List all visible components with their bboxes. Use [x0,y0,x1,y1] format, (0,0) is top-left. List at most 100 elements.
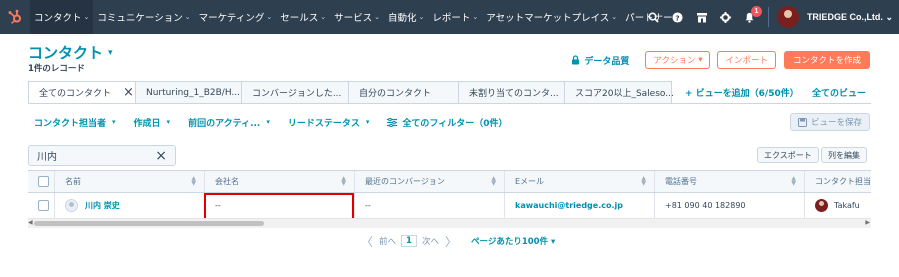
save-view-label: ビューを保存 [810,118,862,128]
all-views-label: 全てのビュー [812,89,867,99]
add-view-button[interactable]: + ビューを追加（6/50件） [685,81,799,104]
actions-label: アクション [653,56,696,66]
import-button[interactable]: インポート [717,51,776,69]
scroll-right-icon[interactable]: ▶ [865,219,870,226]
record-count: 1件のレコード [28,64,85,74]
settings-icon[interactable] [714,0,738,34]
sort-icon[interactable]: ▲ ▼ [491,175,496,187]
nav-item-marketing[interactable]: マーケティング ⌄ [195,0,277,34]
recent-conversion-value: -- [365,201,371,210]
column-header-email[interactable]: Eメール ▲ ▼ [505,171,655,192]
help-icon[interactable]: ? [666,0,690,34]
filter-label: コンタクト担当者 [34,118,107,129]
chevron-down-icon: ▾ [166,118,171,126]
notifications-icon[interactable]: 1 [738,0,762,34]
chevron-down-icon: ⌄ [472,13,479,21]
chevron-left-icon[interactable]: 〈 [361,233,373,250]
all-filters-button[interactable]: 全てのフィルター（0件） [387,116,507,129]
account-menu[interactable]: TRIEDGE Co.,Ltd. ⌄ [807,12,893,23]
column-header-contact-owner[interactable]: コンタクト担当 [805,171,871,192]
nav-item-asset-marketplace[interactable]: アセットマーケットプレイス ⌄ [482,0,621,34]
cell-email: kawauchi@triedge.co.jp [505,193,655,218]
column-header-company[interactable]: 会社名 ▲ ▼ [205,171,355,192]
scroll-left-icon[interactable]: ◀ [28,219,33,226]
marketplace-icon[interactable] [690,0,714,34]
search-icon[interactable] [642,0,666,34]
horizontal-scrollbar[interactable]: ◀ ▶ [28,218,871,228]
page-title[interactable]: コンタクト ▾ [28,42,113,63]
tab-converted[interactable]: コンバージョンした... [242,81,349,104]
current-page[interactable]: 1 [401,235,417,247]
column-header-phone[interactable]: 電話番号 ▲ ▼ [655,171,805,192]
filter-label: リードステータス [287,118,360,129]
actions-button[interactable]: アクション ▾ [645,51,711,69]
clear-search-icon[interactable]: × [155,149,167,163]
scrollbar-thumb[interactable] [34,221,264,226]
page-title-text: コンタクト [28,44,104,62]
account-name: TRIEDGE Co.,Ltd. [806,11,883,22]
contact-name-link[interactable]: 川内 崇史 [85,200,120,211]
nav-item-sales[interactable]: セールス ⌄ [276,0,330,34]
notification-count-badge: 1 [750,6,762,17]
sort-icon[interactable]: ▲ ▼ [341,175,346,187]
search-field[interactable]: × [28,145,176,166]
prev-page-link[interactable]: 前へ [379,235,396,247]
create-contact-button[interactable]: コンタクトを作成 [783,51,870,69]
tab-score-20[interactable]: スコア20以上_Saleso... [565,81,674,104]
filter-contact-owner[interactable]: コンタクト担当者 ▾ [34,116,116,129]
cell-company: -- [205,193,355,218]
nav-item-automation[interactable]: 自動化 ⌄ [384,0,428,34]
filter-lead-status[interactable]: リードステータス ▾ [288,116,370,129]
view-tabs: 全てのコンタクト × Nurturing_1_B2B/H... コンバージョンし… [28,81,674,104]
edit-columns-label: 列を編集 [828,150,860,160]
lock-icon [572,55,580,65]
tab-unassigned[interactable]: 未割り当てのコンタ... [459,81,565,104]
phone-value: +81 090 40 182890 [665,201,746,210]
table-row[interactable]: 川内 崇史 -- -- kawauchi@triedge.co.jp +81 0… [28,193,871,219]
owner-name: Takafu [834,201,860,210]
tab-label: 全てのコンタクト [39,89,112,99]
filter-label: 作成日 [133,118,161,129]
tab-all-contacts[interactable]: 全てのコンタクト × [28,81,136,104]
nav-item-contacts[interactable]: コンタクト ⌄ [30,0,94,34]
save-view-button[interactable]: ビューを保存 [789,113,870,131]
chevron-right-icon[interactable]: 〉 [445,233,457,250]
nav-item-conversations[interactable]: コミュニケーション ⌄ [93,0,194,34]
chevron-down-icon: ⌄ [266,13,273,21]
row-checkbox[interactable] [38,200,49,211]
user-avatar[interactable] [776,6,799,28]
sort-icon[interactable]: ▲ ▼ [191,175,196,187]
column-header-name[interactable]: 名前 ▲ ▼ [55,171,205,192]
column-header-recent-conversion[interactable]: 最近のコンバージョン ▲ ▼ [355,171,505,192]
company-value: -- [215,201,221,210]
sort-icon[interactable]: ▲ ▼ [641,175,646,187]
search-input[interactable] [37,150,147,161]
close-icon[interactable]: × [123,86,134,99]
column-label: 名前 [65,177,81,186]
select-all-checkbox[interactable] [38,176,49,187]
data-quality-link[interactable]: データ品質 [571,54,629,67]
nav-item-reports[interactable]: レポート ⌄ [428,0,482,34]
tab-nurturing[interactable]: Nurturing_1_B2B/H... [136,81,242,104]
all-views-link[interactable]: 全てのビュー [812,81,866,104]
sort-icon[interactable]: ▲ ▼ [791,175,796,187]
nav-item-label: 自動化 [387,13,417,24]
nav-item-label: コンタクト [34,13,82,24]
per-page-selector[interactable]: ページあたり100件 ▾ [471,235,555,247]
chevron-down-icon: ▾ [112,118,116,126]
chevron-down-icon: ⌄ [83,13,90,21]
email-link[interactable]: kawauchi@triedge.co.jp [515,201,623,210]
filter-sliders-icon [387,117,398,127]
export-button[interactable]: エクスポート [757,147,819,163]
filter-create-date[interactable]: 作成日 ▾ [134,116,171,129]
tab-my-contacts[interactable]: 自分のコンタクト [349,81,459,104]
nav-item-service[interactable]: サービス ⌄ [330,0,384,34]
hubspot-logo-icon[interactable] [0,0,30,34]
filter-bar: コンタクト担当者 ▾ 作成日 ▾ 前回のアクティ... ▾ リードステータス ▾ 全ての… [34,113,525,131]
contact-avatar [65,199,78,212]
filter-last-activity[interactable]: 前回のアクティ... ▾ [188,116,270,129]
add-view-label: + ビューを追加（6/50件） [685,89,799,99]
column-label: 最近のコンバージョン [365,177,445,186]
edit-columns-button[interactable]: 列を編集 [821,147,867,163]
next-page-link[interactable]: 次へ [422,235,439,247]
